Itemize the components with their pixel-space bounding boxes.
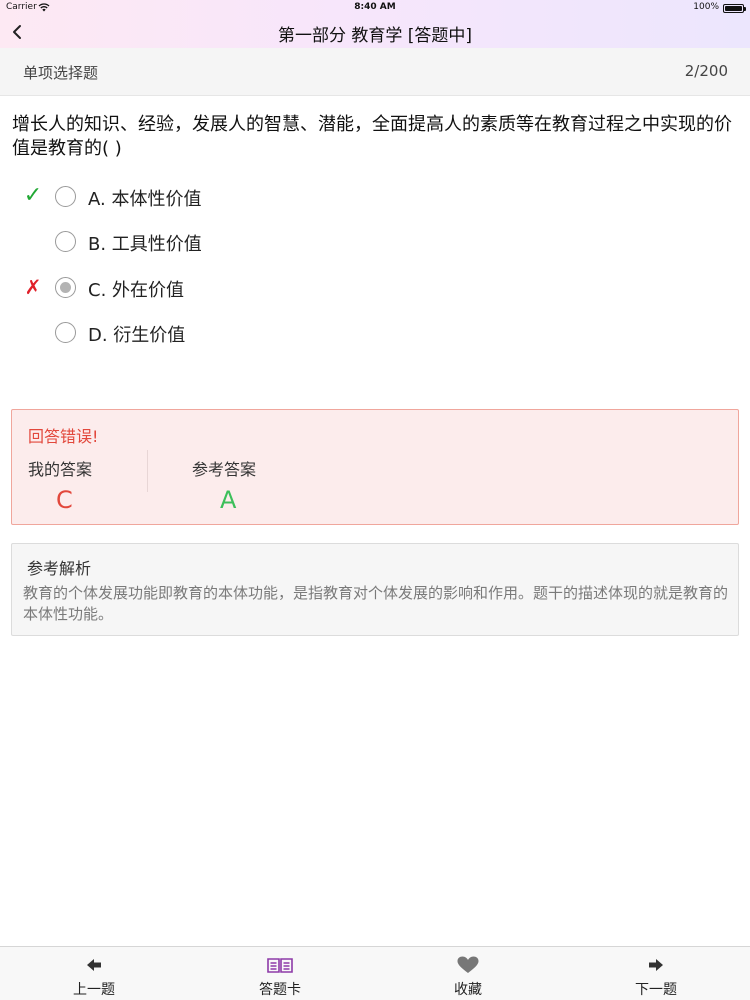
favorite-button[interactable]: 收藏 (408, 947, 528, 1000)
previous-question-label: 上一题 (73, 982, 115, 998)
option-label: B. 工具性价值 (88, 234, 202, 255)
answer-card-button[interactable]: 答题卡 (220, 947, 340, 1000)
reference-answer-label: 参考答案 (192, 460, 257, 479)
bottom-toolbar: 上一题 答题卡 收藏 下一题 (0, 946, 750, 1000)
previous-question-button[interactable]: 上一题 (34, 947, 154, 1000)
question-info-bar: 单项选择题 2/200 (0, 48, 750, 96)
divider (147, 450, 148, 492)
option-b[interactable]: B. 工具性价值 (0, 223, 750, 263)
navigation-bar: 第一部分 教育学 [答题中] (0, 16, 750, 48)
explanation-text: 教育的个体发展功能即教育的本体功能，是指教育对个体发展的影响和作用。题干的描述体… (23, 584, 729, 623)
option-d[interactable]: D. 衍生价值 (0, 314, 750, 354)
radio-button-c[interactable] (55, 277, 76, 298)
reference-answer: 参考答案 A (192, 456, 302, 514)
my-answer-label: 我的答案 (28, 460, 93, 479)
answer-result-panel: 回答错误! 我的答案 C 参考答案 A (11, 409, 739, 525)
option-label: D. 衍生价值 (88, 325, 186, 346)
my-answer-value: C (56, 486, 73, 514)
wrong-cross-icon: ✗ (24, 275, 42, 299)
explanation-heading: 参考解析 (27, 559, 92, 578)
next-question-label: 下一题 (635, 982, 677, 998)
my-answer: 我的答案 C (28, 456, 138, 514)
result-heading: 回答错误! (28, 427, 99, 446)
battery-icon (723, 4, 746, 13)
clock: 8:40 AM (354, 2, 396, 12)
question-type: 单项选择题 (23, 64, 99, 82)
radio-button-b[interactable] (55, 231, 76, 252)
reference-answer-value: A (220, 486, 237, 514)
next-question-button[interactable]: 下一题 (596, 947, 716, 1000)
arrow-left-icon (87, 959, 101, 971)
option-label: C. 外在价值 (88, 280, 185, 301)
status-bar: Carrier 8:40 AM 100% (0, 0, 750, 16)
question-progress: 2/200 (684, 62, 728, 80)
radio-button-d[interactable] (55, 322, 76, 343)
page-title: 第一部分 教育学 [答题中] (277, 26, 473, 46)
correct-check-icon: ✓ (23, 183, 43, 208)
open-book-icon (267, 958, 293, 973)
battery-percent: 100% (693, 2, 719, 12)
option-c[interactable]: ✗ C. 外在价值 (0, 269, 750, 309)
heart-icon (457, 956, 479, 973)
answer-card-label: 答题卡 (259, 982, 301, 998)
option-label: A. 本体性价值 (88, 189, 202, 210)
favorite-label: 收藏 (454, 982, 482, 998)
explanation-panel: 参考解析 教育的个体发展功能即教育的本体功能，是指教育对个体发展的影响和作用。题… (11, 543, 739, 636)
arrow-right-icon (649, 959, 663, 971)
radio-button-a[interactable] (55, 186, 76, 207)
question-text: 增长人的知识、经验，发展人的智慧、潜能，全面提高人的素质等在教育过程之中实现的价… (12, 114, 732, 159)
option-a[interactable]: ✓ A. 本体性价值 (0, 178, 750, 218)
